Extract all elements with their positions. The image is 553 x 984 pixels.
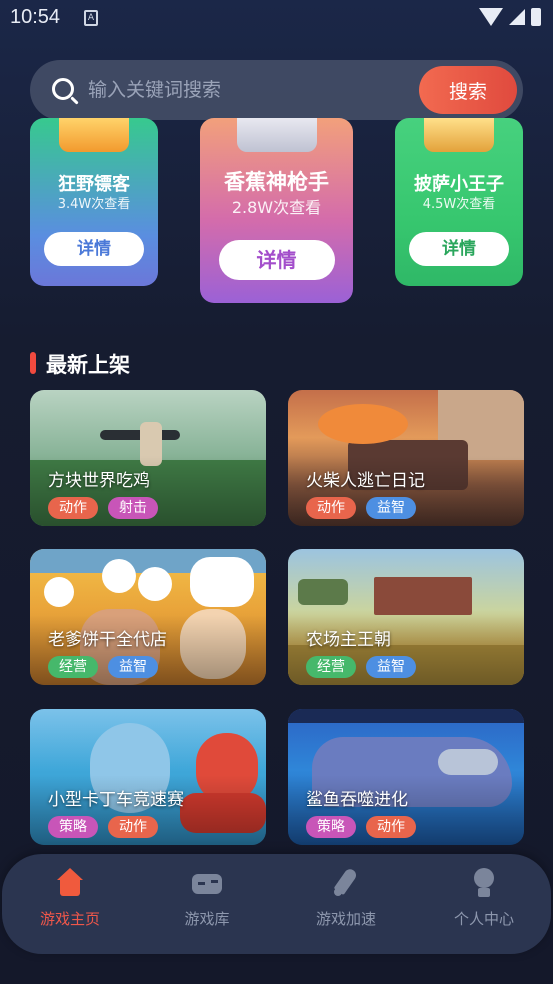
tag: 经营 [48, 656, 98, 678]
tag: 益智 [366, 497, 416, 519]
status-indicators [479, 8, 541, 26]
game-card[interactable]: 小型卡丁车竞速赛 策略 动作 [30, 709, 266, 845]
hot-game-name: 香蕉神枪手 [224, 170, 329, 194]
hot-game-card[interactable]: 香蕉神枪手 2.8W次查看 详情 [200, 118, 353, 303]
tag: 策略 [48, 816, 98, 838]
game-artwork-detail [438, 749, 498, 775]
game-artwork-detail [298, 579, 348, 605]
game-artwork-detail [288, 709, 524, 723]
wifi-icon [479, 8, 503, 26]
game-tags: 经营 益智 [306, 656, 416, 678]
hot-game-views: 3.4W次查看 [57, 197, 131, 212]
status-time: 10:54 [10, 6, 61, 28]
game-thumbnail [236, 118, 317, 152]
battery-icon [531, 8, 541, 26]
search-bar: 搜索 [30, 60, 523, 120]
detail-button[interactable]: 详情 [218, 240, 335, 280]
game-artwork-detail [102, 559, 136, 593]
detail-button[interactable]: 详情 [44, 232, 144, 266]
tag: 动作 [108, 816, 158, 838]
user-icon [468, 868, 500, 898]
search-input[interactable] [88, 72, 418, 108]
game-title: 方块世界吃鸡 [48, 471, 150, 491]
game-tags: 策略 动作 [48, 816, 158, 838]
notification-icon: A [84, 10, 98, 26]
home-icon [54, 868, 86, 898]
game-tags: 动作 益智 [306, 497, 416, 519]
game-title: 小型卡丁车竞速赛 [48, 790, 184, 810]
nav-label: 游戏加速 [315, 910, 376, 928]
game-thumbnail [59, 118, 129, 152]
hot-game-views: 2.8W次查看 [231, 198, 322, 217]
game-artwork-detail [44, 577, 74, 607]
game-card[interactable]: 农场主王朝 经营 益智 [288, 549, 524, 685]
game-title: 农场主王朝 [306, 630, 391, 650]
search-button[interactable]: 搜索 [419, 66, 517, 114]
game-tags: 经营 益智 [48, 656, 158, 678]
tag: 益智 [108, 656, 158, 678]
rocket-icon [330, 868, 362, 898]
game-artwork-detail [374, 577, 472, 615]
status-bar: 10:54 A [0, 0, 553, 36]
tag: 策略 [306, 816, 356, 838]
tag: 射击 [108, 497, 158, 519]
nav-item-library[interactable]: 游戏库 [147, 868, 267, 929]
search-icon [52, 78, 74, 100]
section-marker [30, 352, 36, 374]
game-artwork-detail [138, 567, 172, 601]
nav-label: 游戏主页 [39, 910, 100, 928]
game-tags: 动作 射击 [48, 497, 158, 519]
nav-label: 个人中心 [453, 910, 514, 928]
game-card[interactable]: 火柴人逃亡日记 动作 益智 [288, 390, 524, 526]
tag: 益智 [366, 656, 416, 678]
section-title: 最新上架 [46, 353, 130, 377]
nav-label: 游戏库 [184, 910, 230, 928]
game-card[interactable]: 老爹饼干全代店 经营 益智 [30, 549, 266, 685]
detail-button[interactable]: 详情 [409, 232, 509, 266]
tag: 动作 [306, 497, 356, 519]
game-title: 火柴人逃亡日记 [306, 471, 425, 491]
signal-icon [509, 9, 525, 25]
game-title: 老爹饼干全代店 [48, 630, 167, 650]
game-card[interactable]: 方块世界吃鸡 动作 射击 [30, 390, 266, 526]
hot-game-card[interactable]: 披萨小王子 4.5W次查看 详情 [395, 118, 523, 286]
hot-game-card[interactable]: 狂野镖客 3.4W次查看 详情 [30, 118, 158, 286]
gamepad-icon [191, 868, 223, 898]
hot-game-views: 4.5W次查看 [422, 197, 496, 212]
tag: 经营 [306, 656, 356, 678]
game-card[interactable]: 鲨鱼吞噬进化 策略 动作 [288, 709, 524, 845]
nav-item-profile[interactable]: 个人中心 [424, 868, 544, 929]
tag: 动作 [366, 816, 416, 838]
game-artwork-detail [318, 404, 408, 444]
bottom-nav: 游戏主页 游戏库 游戏加速 个人中心 [2, 854, 551, 954]
game-tags: 策略 动作 [306, 816, 416, 838]
tag: 动作 [48, 497, 98, 519]
nav-item-home[interactable]: 游戏主页 [10, 868, 130, 929]
nav-item-accelerate[interactable]: 游戏加速 [286, 868, 406, 929]
game-thumbnail [424, 118, 494, 152]
game-title: 鲨鱼吞噬进化 [306, 790, 408, 810]
game-artwork-detail [190, 557, 254, 607]
